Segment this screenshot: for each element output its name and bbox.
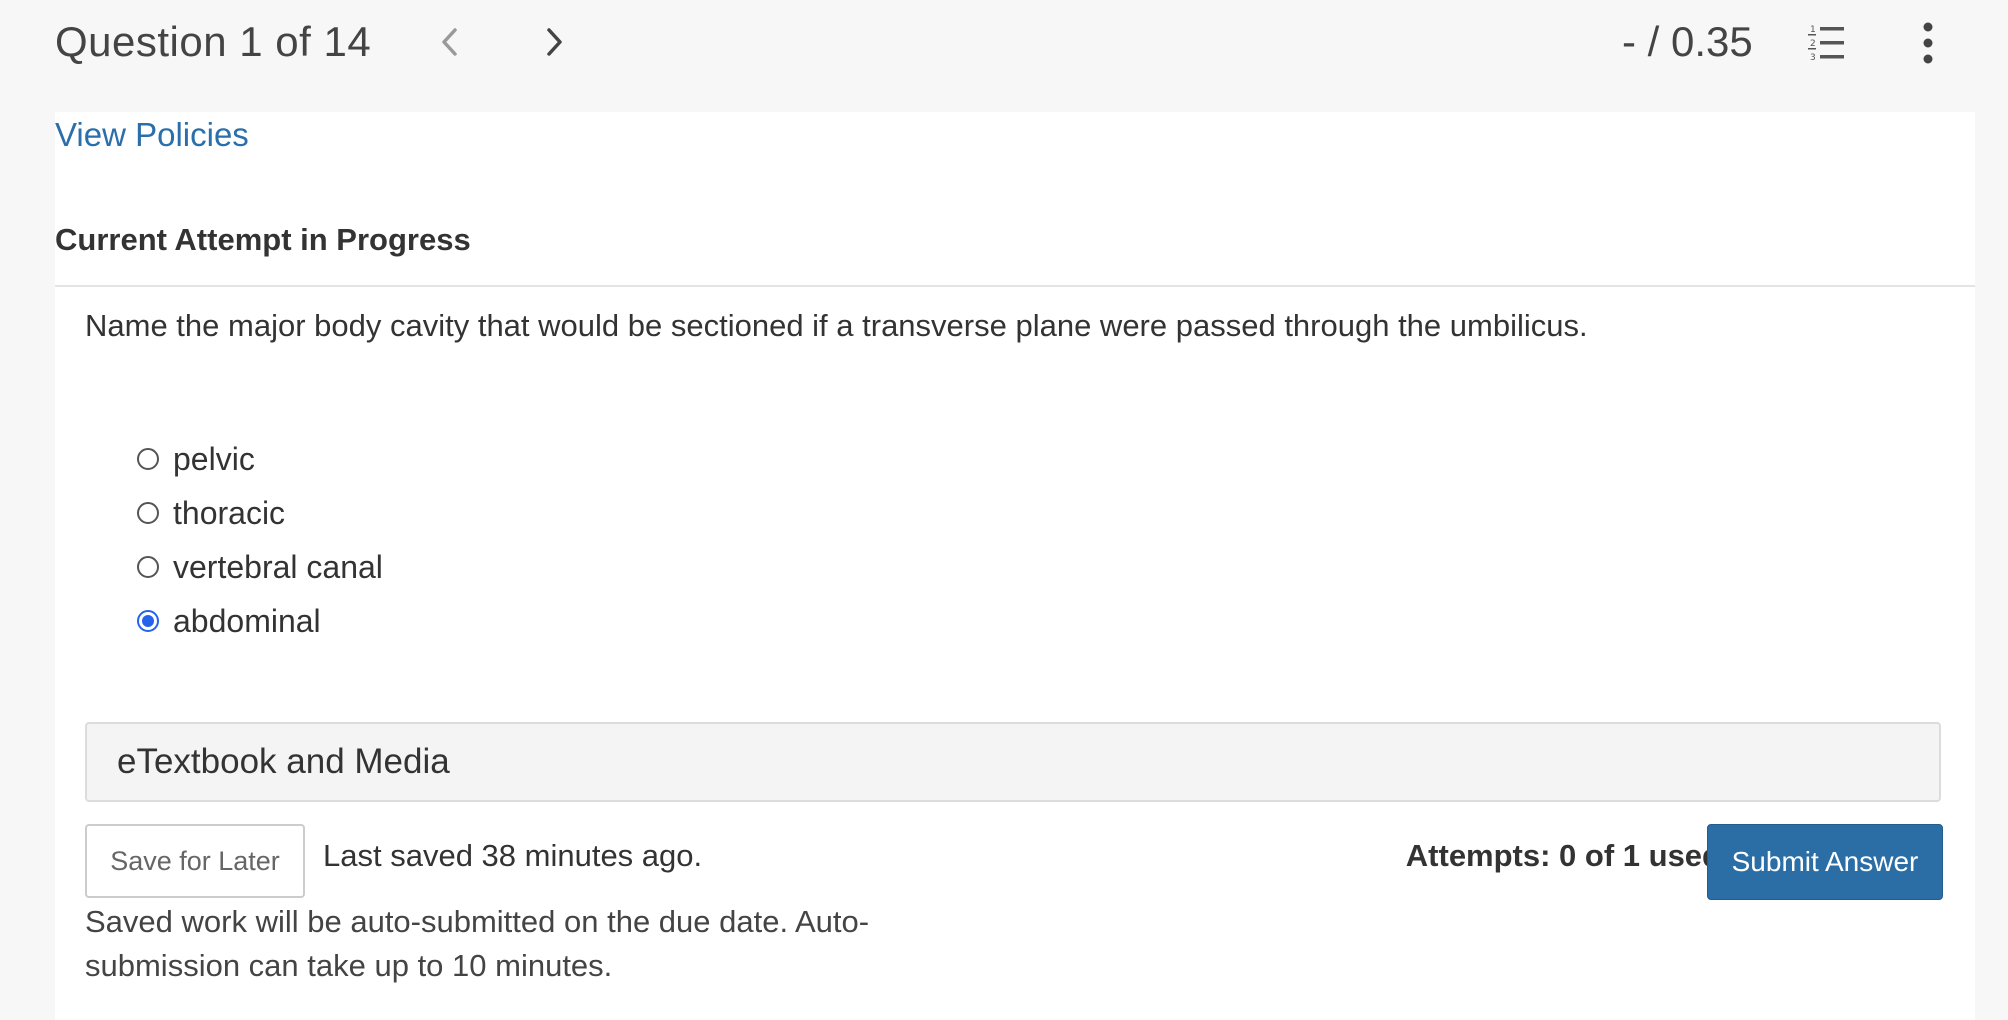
answer-option-thoracic[interactable]: thoracic <box>137 486 383 540</box>
next-question-button[interactable] <box>532 20 576 64</box>
question-panel: View Policies Current Attempt in Progres… <box>55 112 1975 1020</box>
more-options-button[interactable] <box>1910 18 1946 68</box>
option-label: vertebral canal <box>173 548 383 585</box>
previous-question-button[interactable] <box>428 20 472 64</box>
question-list-button[interactable]: 1 2 3 <box>1804 22 1852 66</box>
svg-text:1: 1 <box>1810 25 1816 35</box>
answer-option-vertebral-canal[interactable]: vertebral canal <box>137 540 383 594</box>
score-display: - / 0.35 <box>1622 18 1753 65</box>
option-label: thoracic <box>173 494 286 531</box>
question-counter: Question 1 of 14 <box>55 18 372 65</box>
attempt-heading: Current Attempt in Progress <box>55 222 471 257</box>
chevron-left-icon <box>442 28 457 56</box>
save-for-later-button[interactable]: Save for Later <box>85 824 305 898</box>
question-header: Question 1 of 14 - / 0.35 1 2 3 <box>0 0 2008 112</box>
radio-button[interactable] <box>137 502 159 524</box>
etextbook-media-panel[interactable]: eTextbook and Media <box>85 722 1941 802</box>
divider <box>55 285 1975 287</box>
svg-text:2: 2 <box>1810 39 1816 49</box>
numbered-list-icon: 1 2 3 <box>1808 25 1844 63</box>
chevron-right-icon <box>547 28 562 56</box>
etextbook-media-label: eTextbook and Media <box>117 742 450 781</box>
last-saved-status: Last saved 38 minutes ago. <box>323 838 703 873</box>
radio-button[interactable] <box>137 448 159 470</box>
answer-option-pelvic[interactable]: pelvic <box>137 432 383 486</box>
option-label: abdominal <box>173 602 321 639</box>
svg-text:3: 3 <box>1810 53 1816 63</box>
view-policies-link[interactable]: View Policies <box>55 116 249 154</box>
radio-button-selected[interactable] <box>137 610 159 632</box>
submit-answer-button[interactable]: Submit Answer <box>1707 824 1943 900</box>
attempts-counter: Attempts: 0 of 1 used <box>1405 838 1721 873</box>
radio-button[interactable] <box>137 556 159 578</box>
question-text: Name the major body cavity that would be… <box>85 308 1588 343</box>
auto-submit-note: Saved work will be auto-submitted on the… <box>85 904 870 983</box>
option-label: pelvic <box>173 440 255 477</box>
kebab-menu-icon <box>1923 22 1933 64</box>
answer-options: pelvic thoracic vertebral canal abdomina… <box>137 432 383 648</box>
answer-option-abdominal[interactable]: abdominal <box>137 594 383 648</box>
